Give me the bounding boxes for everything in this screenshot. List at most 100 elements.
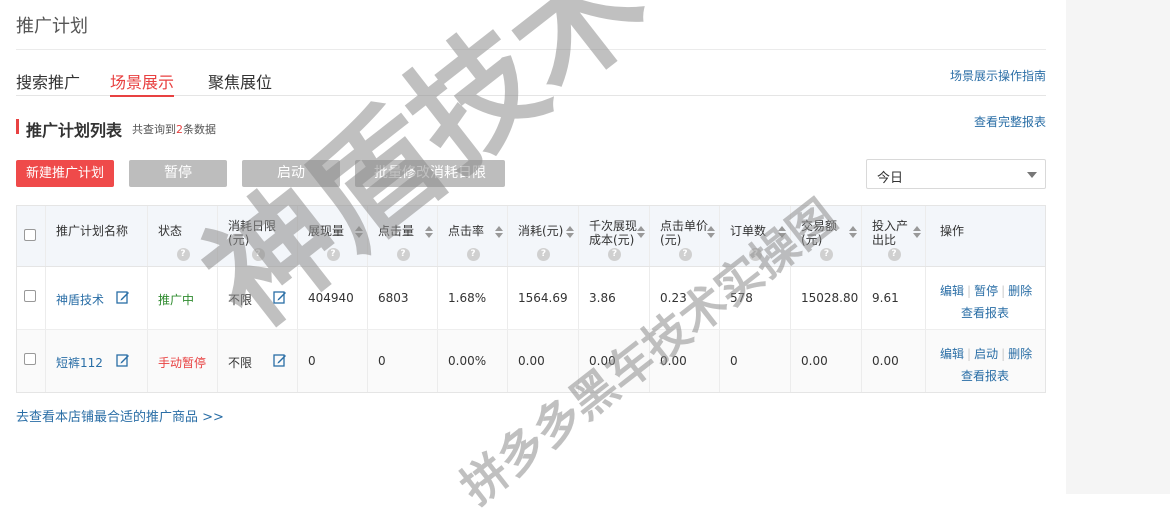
question-circle-icon[interactable]: ? xyxy=(466,248,480,261)
edit-icon[interactable] xyxy=(116,290,130,304)
tab-search-promotion[interactable]: 搜索推广 xyxy=(16,69,80,95)
sort-icon[interactable] xyxy=(707,226,715,238)
edit-link[interactable]: 编辑 xyxy=(940,347,964,361)
sort-icon[interactable] xyxy=(425,226,433,238)
row-clicks: 6803 xyxy=(368,267,438,329)
tab-focus-booth[interactable]: 聚焦展位 xyxy=(208,69,272,95)
batch-limit-button[interactable]: 批量修改消耗日限 xyxy=(355,160,505,187)
cpc-value: 0.23 xyxy=(660,291,687,305)
header-actions-label: 操作 xyxy=(940,224,965,238)
header-orders-label: 订单数 xyxy=(730,224,767,238)
row-actions: 编辑 | 暂停 | 删除 查看报表 xyxy=(926,267,1045,329)
edit-icon[interactable] xyxy=(273,290,287,304)
ctr-value: 1.68% xyxy=(448,291,487,305)
row-cpm: 3.86 xyxy=(579,267,650,329)
header-gmv[interactable]: 交易额(元) ? xyxy=(791,206,862,266)
sort-icon[interactable] xyxy=(849,226,857,238)
pause-link[interactable]: 暂停 xyxy=(974,284,998,298)
row-orders: 0 xyxy=(720,330,791,392)
header-ctr[interactable]: 点击率 ? xyxy=(438,206,508,266)
plan-table: 推广计划名称 状态 ? 消耗日限(元) ? 展现量 ? 点击量 ? 点击率 ? … xyxy=(16,205,1046,393)
result-count-suffix: 条数据 xyxy=(183,123,216,136)
question-circle-icon[interactable]: ? xyxy=(396,248,410,261)
sort-icon[interactable] xyxy=(913,226,921,238)
question-circle-icon[interactable]: ? xyxy=(678,248,692,261)
sort-icon[interactable] xyxy=(495,226,503,238)
page-title: 推广计划 xyxy=(16,16,88,37)
delete-link[interactable]: 删除 xyxy=(1008,284,1032,298)
row-checkbox[interactable] xyxy=(24,290,36,302)
header-cpc[interactable]: 点击单价(元) ? xyxy=(650,206,720,266)
header-orders[interactable]: 订单数 ? xyxy=(720,206,791,266)
header-cost-label: 消耗(元) xyxy=(518,224,564,238)
start-button[interactable]: 启动 xyxy=(242,160,340,187)
question-circle-icon[interactable]: ? xyxy=(326,248,340,261)
result-count-number: 2 xyxy=(176,123,183,136)
question-circle-icon[interactable]: ? xyxy=(820,248,833,261)
chevron-down-icon xyxy=(1027,172,1037,178)
header-gmv-label: 交易额(元) xyxy=(801,219,838,247)
header-select-all xyxy=(17,206,46,266)
section-header: 推广计划列表 共查询到2条数据 查看完整报表 xyxy=(16,115,1046,140)
row-cpc: 0.00 xyxy=(650,330,720,392)
question-circle-icon[interactable]: ? xyxy=(251,248,265,261)
table-row: 短裤112 手动暂停 不限 0 0 0.00% 0.00 0.00 0.00 0… xyxy=(17,330,1045,392)
header-clicks[interactable]: 点击量 ? xyxy=(368,206,438,266)
clicks-value: 6803 xyxy=(378,291,409,305)
row-cost: 0.00 xyxy=(508,330,579,392)
date-range-value: 今日 xyxy=(877,171,904,186)
gmv-value: 0.00 xyxy=(801,354,828,368)
impressions-value: 404940 xyxy=(308,291,354,305)
row-roi: 9.61 xyxy=(862,267,926,329)
cost-value: 0.00 xyxy=(518,354,545,368)
question-circle-icon[interactable]: ? xyxy=(537,248,550,261)
header-impressions[interactable]: 展现量 ? xyxy=(298,206,368,266)
new-plan-button[interactable]: 新建推广计划 xyxy=(16,160,114,187)
row-ctr: 1.68% xyxy=(438,267,508,329)
header-cost[interactable]: 消耗(元) ? xyxy=(508,206,579,266)
row-checkbox[interactable] xyxy=(24,353,36,365)
edit-link[interactable]: 编辑 xyxy=(940,284,964,298)
date-range-select[interactable]: 今日 xyxy=(866,159,1046,189)
row-status: 手动暂停 xyxy=(148,330,218,392)
result-count-prefix: 共查询到 xyxy=(132,123,176,136)
row-cost: 1564.69 xyxy=(508,267,579,329)
guide-link[interactable]: 场景展示操作指南 xyxy=(950,67,1046,84)
plan-name-link[interactable]: 短裤112 xyxy=(56,354,103,371)
cpm-value: 3.86 xyxy=(589,291,616,305)
sort-icon[interactable] xyxy=(566,226,574,238)
header-cpm-label: 千次展现成本(元) xyxy=(589,219,638,247)
sort-icon[interactable] xyxy=(355,226,363,238)
question-circle-icon[interactable]: ? xyxy=(749,248,762,261)
table-header: 推广计划名称 状态 ? 消耗日限(元) ? 展现量 ? 点击量 ? 点击率 ? … xyxy=(17,206,1045,267)
header-roi[interactable]: 投入产出比 ? xyxy=(862,206,926,266)
row-orders: 578 xyxy=(720,267,791,329)
question-circle-icon[interactable]: ? xyxy=(608,248,621,261)
delete-link[interactable]: 删除 xyxy=(1008,347,1032,361)
title-divider xyxy=(16,49,1046,50)
row-ctr: 0.00% xyxy=(438,330,508,392)
row-daily-limit: 不限 xyxy=(218,330,298,392)
cpm-value: 0.00 xyxy=(589,354,616,368)
question-circle-icon[interactable]: ? xyxy=(887,248,901,261)
cpc-value: 0.00 xyxy=(660,354,687,368)
header-roi-label: 投入产出比 xyxy=(872,219,909,247)
select-all-checkbox[interactable] xyxy=(24,229,36,241)
view-report-link[interactable]: 查看报表 xyxy=(961,306,1009,320)
plan-name-link[interactable]: 神盾技术 xyxy=(56,291,104,308)
full-report-link[interactable]: 查看完整报表 xyxy=(974,113,1046,130)
row-clicks: 0 xyxy=(368,330,438,392)
edit-icon[interactable] xyxy=(116,353,130,367)
tab-scene-display[interactable]: 场景展示 xyxy=(110,69,175,97)
pause-button[interactable]: 暂停 xyxy=(129,160,227,187)
row-select xyxy=(17,267,46,329)
start-link[interactable]: 启动 xyxy=(974,347,998,361)
edit-icon[interactable] xyxy=(273,353,287,367)
daily-limit-value: 不限 xyxy=(228,293,253,307)
recommended-products-link[interactable]: 去查看本店铺最合适的推广商品 >> xyxy=(16,406,224,425)
question-circle-icon[interactable]: ? xyxy=(176,248,190,261)
sort-icon[interactable] xyxy=(637,226,645,238)
sort-icon[interactable] xyxy=(778,226,786,238)
header-cpm[interactable]: 千次展现成本(元) ? xyxy=(579,206,650,266)
view-report-link[interactable]: 查看报表 xyxy=(961,369,1009,383)
